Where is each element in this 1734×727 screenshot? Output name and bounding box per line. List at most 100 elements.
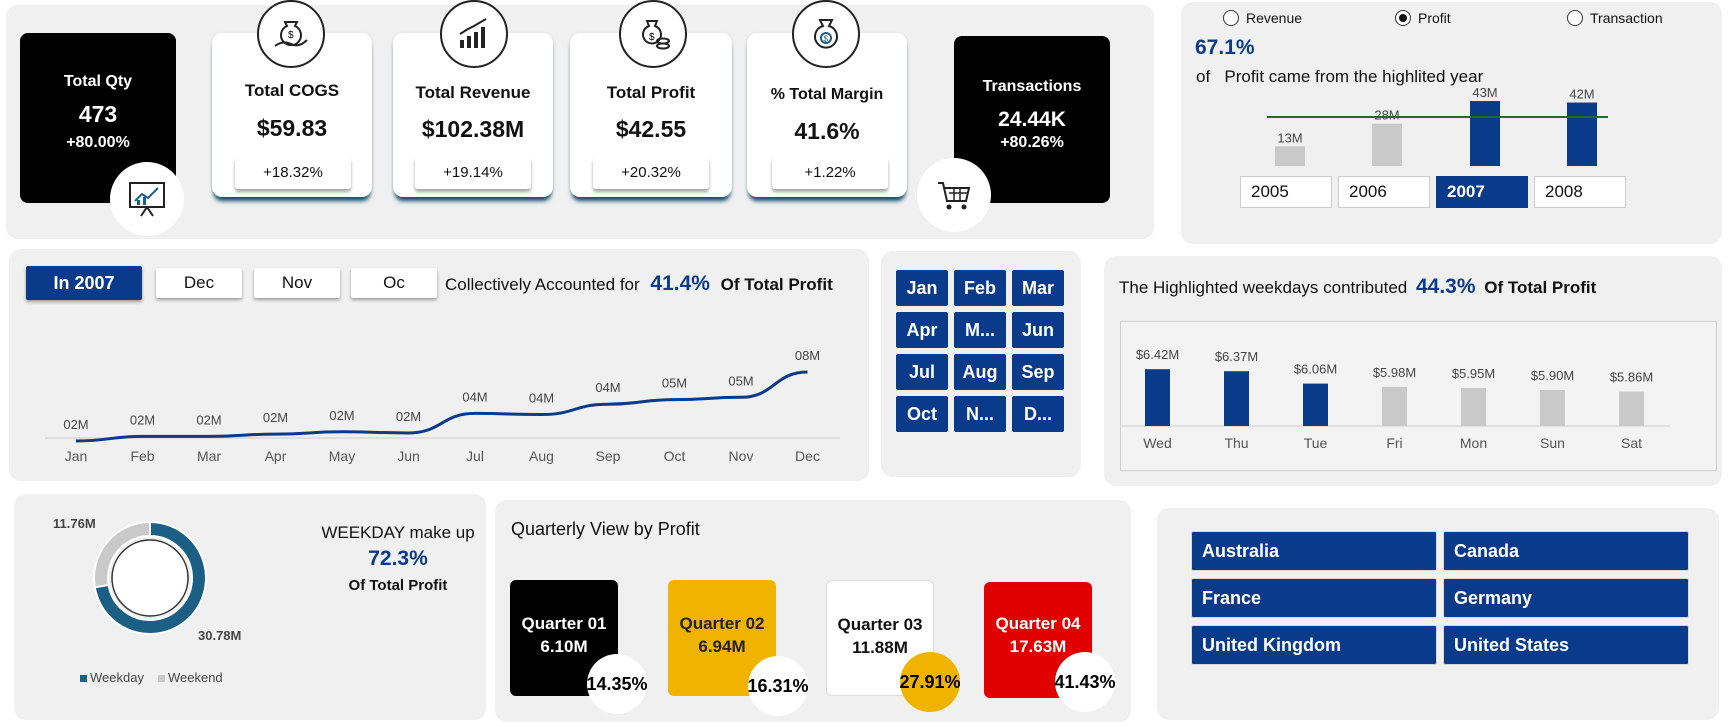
country-canada-button[interactable]: Canada xyxy=(1443,531,1689,571)
x-tick-label: Nov xyxy=(729,448,754,464)
month-slicer-item[interactable]: Oct xyxy=(896,396,948,432)
month-slicer-item[interactable]: Jun xyxy=(1012,312,1064,348)
year-bar xyxy=(1567,102,1597,166)
country-australia-button[interactable]: Australia xyxy=(1191,531,1437,571)
tab-in-2007[interactable]: In 2007 xyxy=(26,266,142,300)
kpi-title: Transactions xyxy=(982,78,1082,95)
radio-dot xyxy=(1395,10,1411,26)
money-bag-icon: $ xyxy=(792,0,860,68)
month-slicer-item[interactable]: Feb xyxy=(954,270,1006,306)
monthly-summary-suffix: Of Total Profit xyxy=(720,275,833,294)
monthly-summary: Collectively Accounted for 41.4% Of Tota… xyxy=(445,272,833,296)
weekday-bar-label: $6.42M xyxy=(1136,347,1179,362)
quarter-value: 6.10M xyxy=(540,637,588,656)
kpi-value: 41.6% xyxy=(794,118,860,144)
month-slicer-item[interactable]: Aug xyxy=(954,354,1006,390)
quarter-name: Quarter 04 xyxy=(995,614,1081,633)
year-2007-button[interactable]: 2007 xyxy=(1436,176,1528,208)
kpi-title: Total Revenue xyxy=(415,83,531,102)
shopping-cart-icon xyxy=(917,158,991,232)
month-slicer-item[interactable]: N... xyxy=(954,396,1006,432)
year-2008-button[interactable]: 2008 xyxy=(1534,176,1626,208)
tab-nov[interactable]: Nov xyxy=(254,268,340,298)
month-slicer-item[interactable]: Jan xyxy=(896,270,948,306)
kpi-value: 24.44K xyxy=(998,108,1066,131)
weekday-bar-label: $5.86M xyxy=(1610,370,1653,385)
month-slicer-item[interactable]: Apr xyxy=(896,312,948,348)
weekday-bar xyxy=(1619,391,1644,426)
year-share-sentence: Profit came from the highlited year xyxy=(1224,67,1484,86)
x-tick-label: Jun xyxy=(397,448,420,464)
weekday-bar-label: $6.37M xyxy=(1215,349,1258,364)
country-united-states-button[interactable]: United States xyxy=(1443,625,1689,665)
year-bar-label: 42M xyxy=(1569,88,1594,102)
month-slicer-item[interactable]: D... xyxy=(1012,396,1064,432)
year-bar xyxy=(1372,123,1402,166)
x-tick-label: Jan xyxy=(65,448,88,464)
country-united-kingdom-button[interactable]: United Kingdom xyxy=(1191,625,1437,665)
country-germany-button[interactable]: Germany xyxy=(1443,578,1689,618)
kpi-change: +80.26% xyxy=(1000,134,1064,151)
year-bar-label: 13M xyxy=(1277,130,1302,145)
legend-weekday-label: Weekday xyxy=(90,670,144,685)
month-slicer-item[interactable]: Mar xyxy=(1012,270,1064,306)
x-tick-label: Jul xyxy=(466,448,484,464)
donut-hole xyxy=(111,539,189,617)
line-point-label: 08M xyxy=(795,348,820,363)
month-slicer-item[interactable]: Sep xyxy=(1012,354,1064,390)
radio-revenue[interactable]: Revenue xyxy=(1223,10,1302,26)
kpi-change: +1.22% xyxy=(772,157,888,189)
donut-summary-subtitle: Of Total Profit xyxy=(348,577,448,594)
line-point-label: 02M xyxy=(329,408,354,423)
line-point-label: 05M xyxy=(662,376,687,391)
quarter-04-pct: 41.43% xyxy=(1054,652,1116,712)
profit-line xyxy=(75,370,808,443)
year-2006-button[interactable]: 2006 xyxy=(1338,176,1430,208)
year-bar-label: 43M xyxy=(1472,88,1497,100)
quarter-02-pct: 16.31% xyxy=(747,656,809,716)
x-tick-label: Aug xyxy=(529,448,554,464)
kpi-value: $102.38M xyxy=(421,116,525,142)
weekday-bar xyxy=(1303,383,1328,426)
year-bar xyxy=(1470,101,1500,166)
quarter-name: Quarter 03 xyxy=(837,615,923,634)
month-slicer-item[interactable]: M... xyxy=(954,312,1006,348)
weekday-summary: The Highlighted weekdays contributed 44.… xyxy=(1119,275,1596,299)
donut-summary-title: WEEKDAY make up xyxy=(321,523,475,542)
x-tick-label: Fri xyxy=(1386,435,1402,451)
weekday-bar-label: $5.95M xyxy=(1452,366,1495,381)
radio-transaction[interactable]: Transaction xyxy=(1567,10,1663,26)
legend-weekday: Weekday xyxy=(80,670,144,685)
monthly-summary-pct: 41.4% xyxy=(650,272,710,295)
year-2005-button[interactable]: 2005 xyxy=(1240,176,1332,208)
year-share-text: of Profit came from the highlited year xyxy=(1196,67,1483,87)
x-tick-label: Dec xyxy=(795,448,820,464)
donut-summary-pct: 72.3% xyxy=(368,547,428,570)
money-bag-coins-icon: $ xyxy=(619,0,687,68)
year-bar-chart: 13M 28M 43M 42M xyxy=(1267,88,1608,166)
radio-dot xyxy=(1567,10,1583,26)
monthly-summary-prefix: Collectively Accounted for xyxy=(445,275,640,294)
tab-dec[interactable]: Dec xyxy=(156,268,242,298)
month-slicer-item[interactable]: Jul xyxy=(896,354,948,390)
line-point-label: 02M xyxy=(130,412,155,427)
quarter-panel-title: Quarterly View by Profit xyxy=(511,519,700,539)
year-bar-label: 28M xyxy=(1374,108,1399,123)
line-point-label: 05M xyxy=(728,373,753,388)
money-hand-icon: $ xyxy=(257,0,325,68)
radio-label: Profit xyxy=(1418,10,1451,26)
x-tick-label: Mon xyxy=(1460,435,1487,451)
weekday-bar-label: $5.90M xyxy=(1531,368,1574,383)
x-tick-label: Mar xyxy=(197,448,221,464)
country-france-button[interactable]: France xyxy=(1191,578,1437,618)
weekday-bar-label: $5.98M xyxy=(1373,365,1416,380)
tab-oc[interactable]: Oc xyxy=(351,268,437,298)
weekend-value-label: 11.76M xyxy=(53,516,96,531)
weekday-bar-chart: $6.42M Wed $6.37M Thu $6.06M Tue $5.98M Fri $5.9… xyxy=(1120,347,1670,451)
weekday-bar xyxy=(1145,369,1170,426)
radio-profit[interactable]: Profit xyxy=(1395,10,1451,26)
quarter-value: 6.94M xyxy=(698,637,746,656)
weekday-donut-chart: 11.76M 30.78M xyxy=(53,516,241,643)
svg-text:$: $ xyxy=(288,30,294,41)
x-tick-label: Sun xyxy=(1540,435,1565,451)
